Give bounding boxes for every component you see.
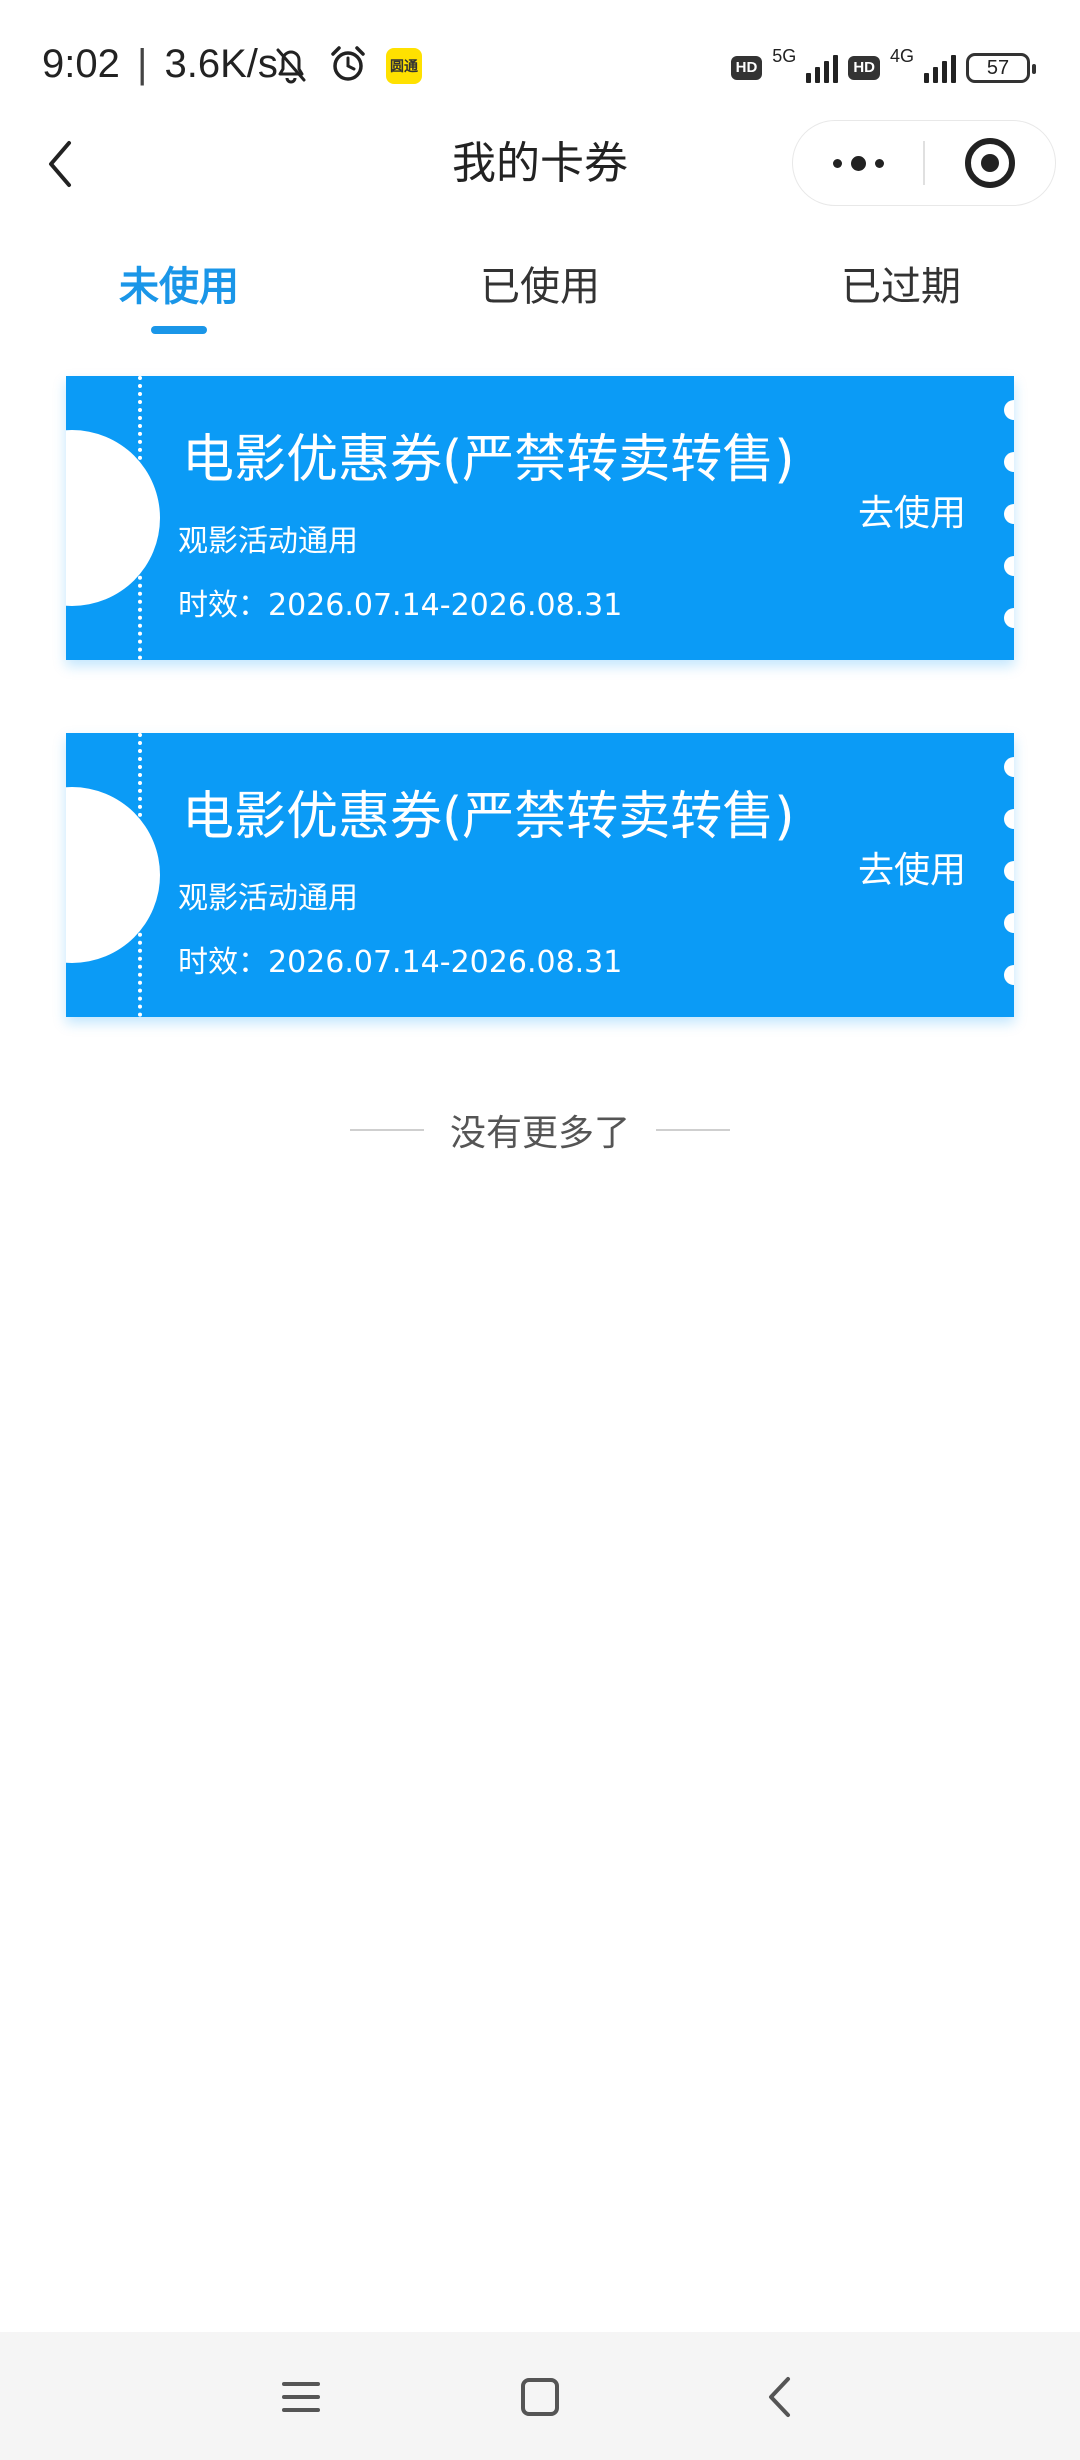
use-coupon-button[interactable]: 去使用 xyxy=(842,841,982,901)
coupon-tabs: 未使用 已使用 已过期 xyxy=(0,252,1080,342)
status-icons-left: 圆通 xyxy=(272,42,422,90)
coupon-title: 电影优惠券(严禁转卖转售) xyxy=(182,787,795,847)
coupon-dashed-divider xyxy=(138,733,142,1017)
list-end-text: 没有更多了 xyxy=(449,1113,630,1154)
more-button[interactable] xyxy=(793,121,923,205)
tab-used[interactable]: 已使用 xyxy=(440,252,640,332)
app-badge-icon: 圆通 xyxy=(386,48,422,84)
system-back-button[interactable] xyxy=(744,2362,814,2432)
tab-unused[interactable]: 未使用 xyxy=(79,252,279,332)
alarm-icon xyxy=(328,44,368,88)
home-button[interactable] xyxy=(505,2362,575,2432)
network-5g-label: 5G xyxy=(772,45,797,66)
coupon-title: 电影优惠券(严禁转卖转售) xyxy=(182,430,795,490)
battery-level: 57 xyxy=(986,56,1010,79)
coupon-card[interactable]: 电影优惠券(严禁转卖转售) 观影活动通用 时效：2026.07.14-2026.… xyxy=(66,376,1014,660)
coupon-notch xyxy=(66,430,160,606)
close-miniapp-button[interactable] xyxy=(925,121,1055,205)
mute-bell-icon xyxy=(272,44,310,88)
signal-4g-icon xyxy=(924,53,956,83)
coupon-validity: 时效：2026.07.14-2026.08.31 xyxy=(178,945,623,980)
network-speed-text: 3.6K/s xyxy=(164,42,278,86)
home-square-icon xyxy=(521,2378,559,2416)
battery-icon: 57 xyxy=(966,53,1036,83)
clock-text: 9:02 xyxy=(42,42,120,86)
coupon-dashed-divider xyxy=(138,376,142,660)
more-dots-icon xyxy=(832,155,884,171)
status-time: 9:02 | 3.6K/s xyxy=(42,42,278,87)
tab-indicator xyxy=(151,326,207,334)
coupon-description: 观影活动通用 xyxy=(178,881,358,916)
divider-line-left xyxy=(349,1129,424,1131)
use-coupon-button[interactable]: 去使用 xyxy=(842,484,982,544)
coupon-teeth xyxy=(1004,733,1014,1017)
coupon-teeth xyxy=(1004,376,1014,660)
coupon-notch xyxy=(66,787,160,963)
list-end-indicator: 没有更多了 xyxy=(0,1100,1080,1160)
coupon-validity: 时效：2026.07.14-2026.08.31 xyxy=(178,588,623,623)
page: 9:02 | 3.6K/s 圆通 HD 5G HD 4G 57 我的卡券 未使用… xyxy=(0,0,1080,2460)
menu-lines-icon xyxy=(282,2382,320,2412)
coupon-description: 观影活动通用 xyxy=(178,524,358,559)
recent-apps-button[interactable] xyxy=(266,2362,336,2432)
tab-expired[interactable]: 已过期 xyxy=(801,252,1001,332)
network-4g-label: 4G xyxy=(889,45,914,66)
miniapp-capsule xyxy=(792,120,1056,206)
status-bar: 9:02 | 3.6K/s 圆通 HD 5G HD 4G 57 xyxy=(0,0,1080,130)
status-separator: | xyxy=(136,42,148,86)
system-nav-bar xyxy=(0,2332,1080,2460)
hd-badge-1: HD xyxy=(730,56,763,80)
target-circle-icon xyxy=(964,138,1015,188)
app-badge-text: 圆通 xyxy=(390,59,418,75)
coupon-card[interactable]: 电影优惠券(严禁转卖转售) 观影活动通用 时效：2026.07.14-2026.… xyxy=(66,733,1014,1017)
status-icons-right: HD 5G HD 4G 57 xyxy=(730,44,1036,92)
divider-line-right xyxy=(656,1129,730,1131)
back-arrow-icon xyxy=(769,2377,790,2417)
signal-5g-icon xyxy=(806,53,839,83)
hd-badge-2: HD xyxy=(848,56,880,80)
